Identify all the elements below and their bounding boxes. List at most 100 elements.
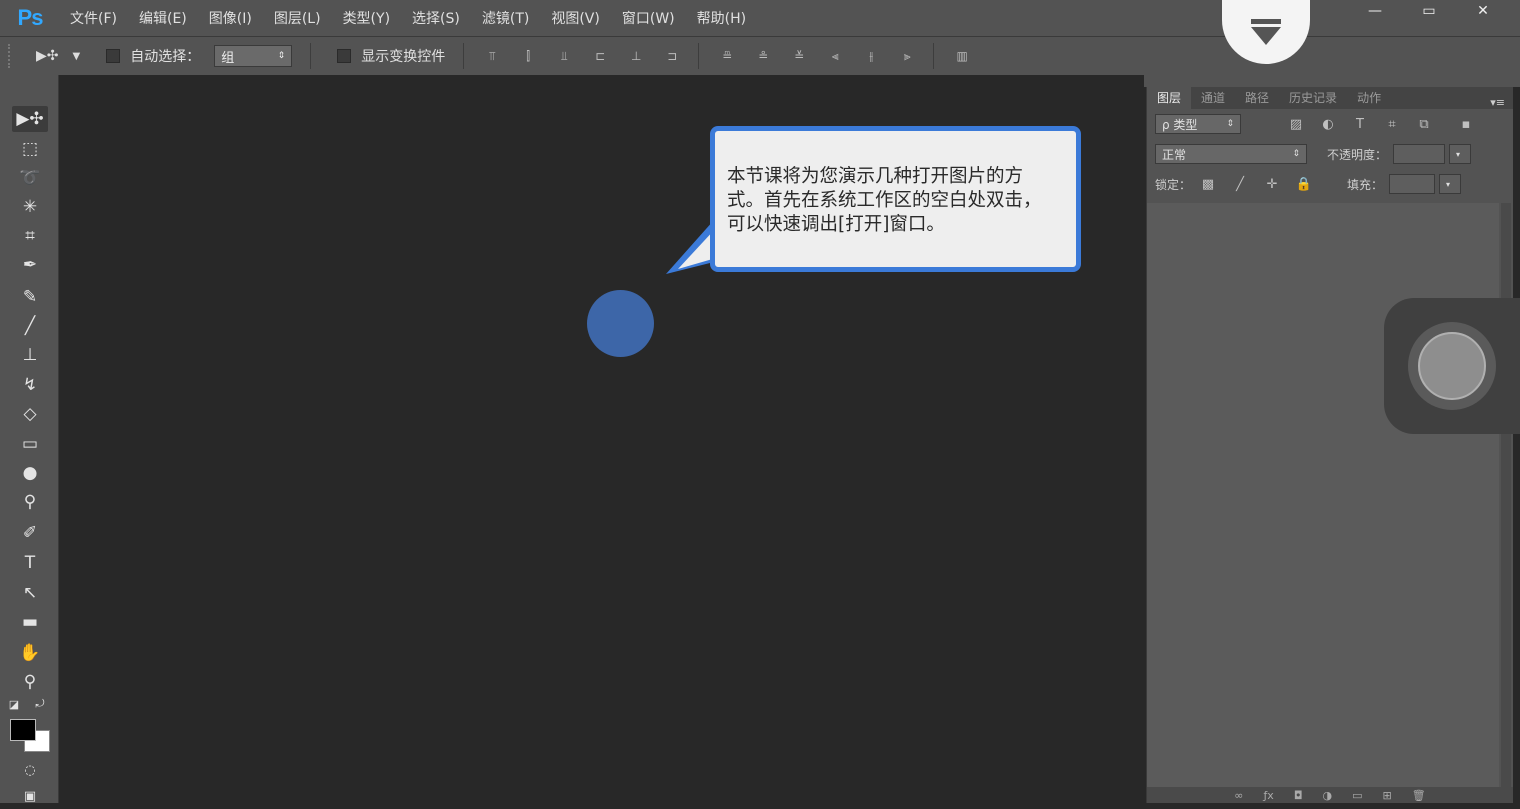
align-hcenter-icon[interactable]: ⊥ (628, 49, 644, 63)
auto-align-icon[interactable]: ▥ (954, 49, 970, 63)
new-group-icon[interactable]: ▭ (1352, 789, 1362, 802)
click-indicator-dot (587, 290, 654, 357)
dodge-tool-icon[interactable]: ⚲ (12, 489, 48, 515)
distribute-left-icon[interactable]: ⫷ (827, 49, 843, 63)
move-tool-preset-icon[interactable]: ▶✣ (36, 48, 59, 64)
filter-pixel-icon[interactable]: ▨ (1287, 117, 1305, 132)
auto-select-dropdown[interactable]: 组 ⇕ (214, 45, 293, 67)
close-button[interactable]: ✕ (1458, 0, 1508, 22)
distribute-right-icon[interactable]: ⫸ (899, 49, 915, 63)
tab-actions[interactable]: 动作 (1347, 86, 1391, 109)
distribute-bottom-icon[interactable]: ≚ (791, 49, 807, 63)
menu-view[interactable]: 视图(V) (551, 8, 600, 28)
eraser-tool-icon[interactable]: ◇ (12, 401, 48, 427)
maximize-button[interactable]: ▭ (1404, 0, 1454, 22)
menu-layer[interactable]: 图层(L) (274, 8, 321, 28)
rectangle-tool-icon[interactable]: ▬ (12, 609, 48, 635)
eyedropper-tool-icon[interactable]: ✒ (12, 252, 48, 278)
adjustment-layer-icon[interactable]: ◑ (1323, 789, 1333, 802)
auto-select-checkbox[interactable] (106, 49, 121, 63)
tab-channels[interactable]: 通道 (1191, 86, 1235, 109)
filter-shape-icon[interactable]: ⌗ (1383, 117, 1401, 132)
minimize-button[interactable]: — (1350, 0, 1400, 22)
menu-filter[interactable]: 滤镜(T) (482, 8, 529, 28)
tab-history[interactable]: 历史记录 (1279, 86, 1347, 109)
delete-layer-icon[interactable]: 🗑 (1412, 789, 1426, 802)
tab-paths[interactable]: 路径 (1235, 86, 1279, 109)
tab-layers[interactable]: 图层 (1147, 86, 1192, 109)
panel-menu-icon[interactable]: ▾≡ (1490, 96, 1513, 109)
link-layers-icon[interactable]: ∞ (1234, 789, 1243, 802)
history-brush-tool-icon[interactable]: ↯ (12, 372, 48, 398)
floating-assistive-button[interactable] (1384, 298, 1520, 434)
brush-tool-icon[interactable]: ╱ (12, 313, 48, 339)
lock-transparency-icon[interactable]: ▩ (1199, 177, 1217, 192)
toolbox: ▶✣ ⬚ ➰ ✳ ⌗ ✒ ✎ ╱ ⊥ ↯ ◇ ▭ ● ⚲ ✐ T ↖ ▬ ✋ ⚲… (0, 75, 59, 804)
photoshop-logo: Ps (17, 5, 44, 30)
move-tool-icon[interactable]: ▶✣ (12, 106, 48, 132)
filter-smart-object-icon[interactable]: ⧉ (1415, 117, 1433, 132)
blend-mode-value: 正常 (1162, 147, 1187, 162)
menu-image[interactable]: 图像(I) (209, 8, 252, 28)
lock-position-icon[interactable]: ✛ (1263, 177, 1281, 192)
filter-kind-dropdown[interactable]: ρ 类型 ⇕ (1155, 114, 1241, 134)
foreground-color-swatch[interactable] (10, 719, 36, 741)
updown-arrows-icon: ⇕ (1226, 119, 1234, 129)
lasso-tool-icon[interactable]: ➰ (12, 165, 48, 191)
blend-mode-dropdown[interactable]: 正常 ⇕ (1155, 144, 1307, 164)
fill-dropdown-button[interactable]: ▾ (1439, 174, 1462, 194)
layer-mask-icon[interactable]: ◘ (1294, 789, 1303, 802)
new-layer-icon[interactable]: ⊞ (1383, 789, 1392, 802)
separator (698, 43, 700, 69)
menu-help[interactable]: 帮助(H) (697, 8, 746, 28)
healing-brush-tool-icon[interactable]: ✎ (12, 284, 48, 310)
layers-scrollbar[interactable] (1501, 203, 1511, 787)
filter-kind-value: ρ 类型 (1162, 117, 1198, 132)
align-right-icon[interactable]: ⊐ (664, 49, 680, 63)
marquee-tool-icon[interactable]: ⬚ (12, 136, 48, 162)
pen-tool-icon[interactable]: ✐ (12, 520, 48, 546)
clone-stamp-tool-icon[interactable]: ⊥ (12, 342, 48, 368)
lock-all-icon[interactable]: 🔒 (1295, 177, 1313, 192)
chevron-down-icon[interactable]: ▼ (73, 51, 81, 62)
menu-edit[interactable]: 编辑(E) (139, 8, 187, 28)
opacity-input[interactable] (1393, 144, 1446, 164)
menu-type[interactable]: 类型(Y) (343, 8, 390, 28)
path-selection-tool-icon[interactable]: ↖ (12, 580, 48, 606)
menu-window[interactable]: 窗口(W) (622, 8, 675, 28)
distribute-vcenter-icon[interactable]: ≗ (755, 49, 771, 63)
swap-colors-icon[interactable]: ⤾ (30, 695, 50, 713)
show-transform-checkbox[interactable] (337, 49, 352, 63)
distribute-hcenter-icon[interactable]: ⫲ (863, 49, 879, 63)
align-vcenter-icon[interactable]: ⫿ (520, 49, 536, 63)
layers-list[interactable] (1147, 203, 1499, 787)
quick-mask-icon[interactable]: ◌ (12, 757, 48, 783)
filter-adjustment-icon[interactable]: ◐ (1319, 117, 1337, 132)
fill-input[interactable] (1389, 174, 1436, 194)
align-top-icon[interactable]: ⫪ (484, 49, 500, 63)
menu-select[interactable]: 选择(S) (412, 8, 460, 28)
default-colors-icon[interactable]: ◪ (4, 695, 24, 713)
crop-tool-icon[interactable]: ⌗ (12, 223, 48, 249)
layer-style-icon[interactable]: ƒx (1263, 789, 1273, 802)
show-transform-label: 显示变换控件 (361, 49, 446, 65)
align-left-icon[interactable]: ⊏ (592, 49, 608, 63)
opacity-label: 不透明度： (1327, 147, 1388, 162)
distribute-top-icon[interactable]: ≞ (719, 49, 735, 63)
opacity-dropdown-button[interactable]: ▾ (1449, 144, 1472, 164)
magic-wand-tool-icon[interactable]: ✳ (12, 194, 48, 220)
filter-toggle-icon[interactable]: ▪ (1457, 117, 1475, 132)
menu-file[interactable]: 文件(F) (70, 8, 117, 28)
zoom-tool-icon[interactable]: ⚲ (12, 669, 48, 695)
lock-label: 锁定： (1155, 177, 1192, 192)
align-bottom-icon[interactable]: ⫫ (556, 49, 572, 63)
lock-pixels-icon[interactable]: ╱ (1231, 177, 1249, 192)
screen-mode-icon[interactable]: ▣ (12, 783, 48, 809)
filter-type-icon[interactable]: T (1351, 117, 1369, 132)
hand-tool-icon[interactable]: ✋ (12, 640, 48, 666)
blur-tool-icon[interactable]: ● (12, 460, 48, 486)
type-tool-icon[interactable]: T (12, 550, 48, 576)
gradient-tool-icon[interactable]: ▭ (12, 431, 48, 457)
assistive-ring (1408, 322, 1496, 410)
options-bar-grip[interactable] (8, 44, 14, 68)
